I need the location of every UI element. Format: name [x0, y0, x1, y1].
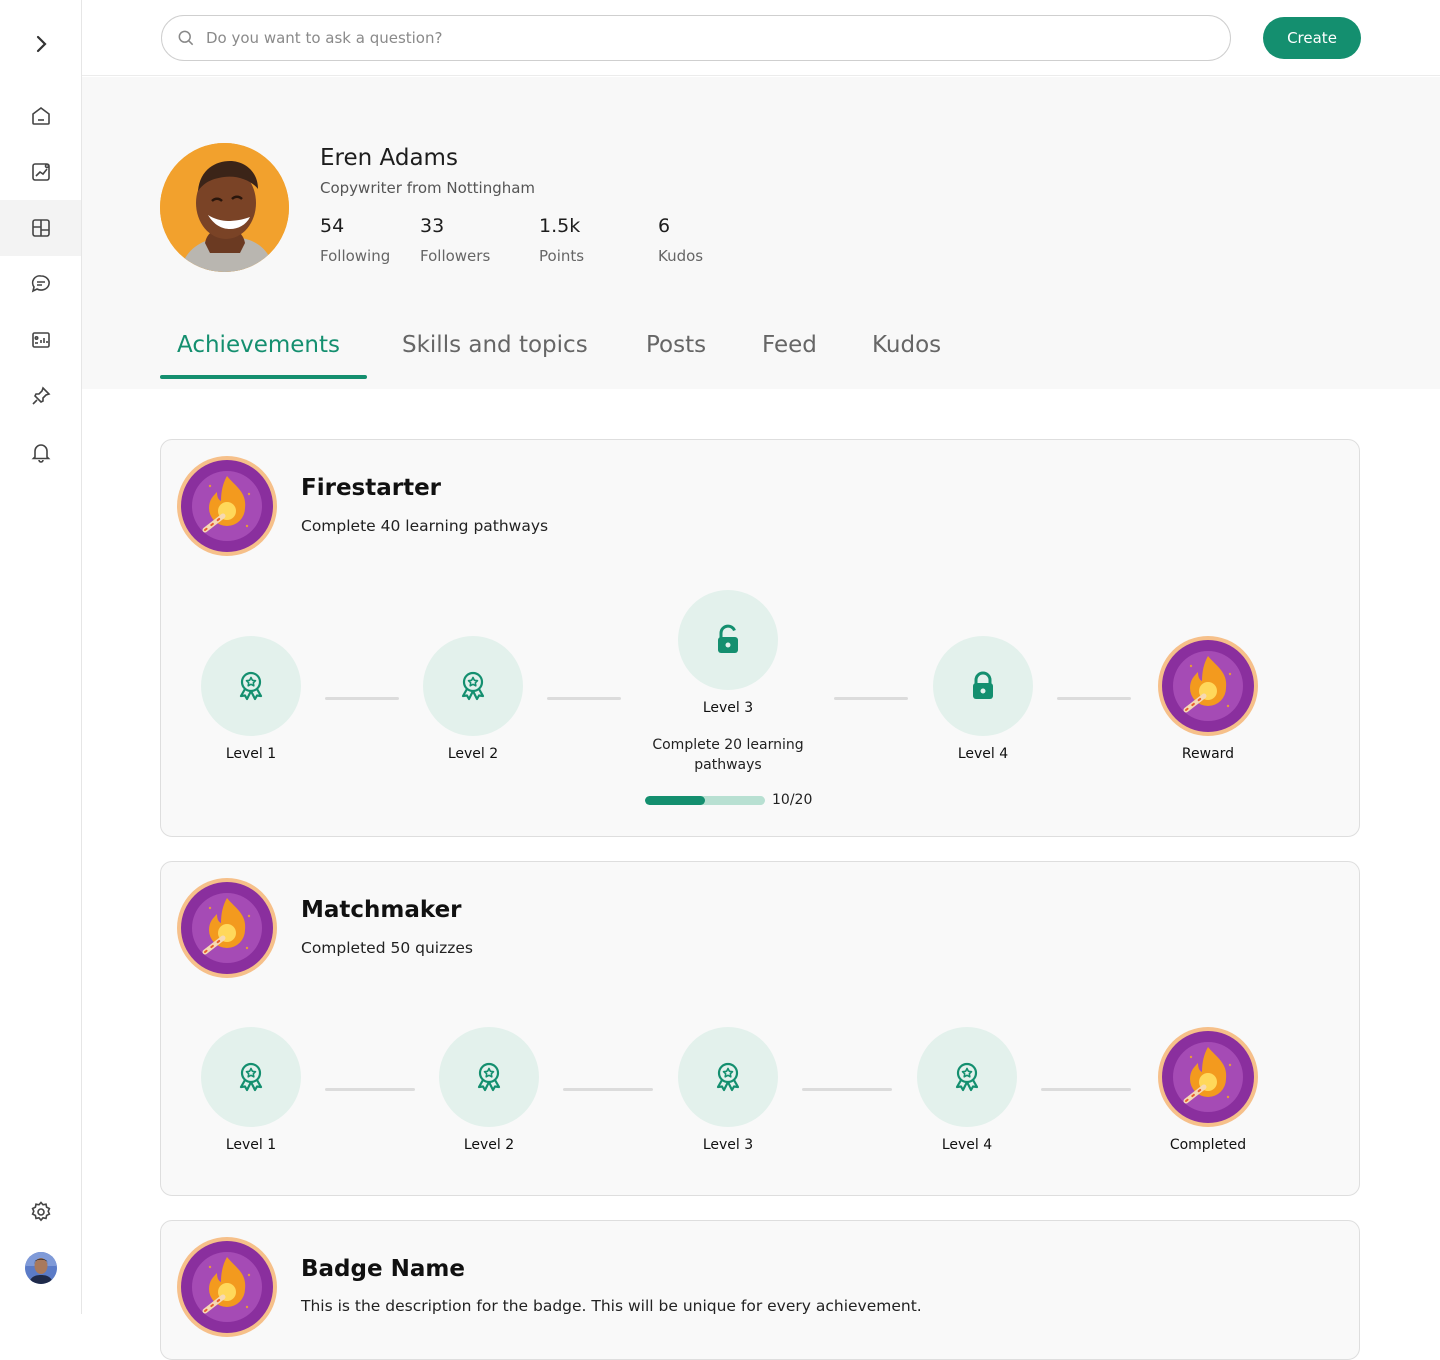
level-connector — [563, 1088, 653, 1091]
level-requirement: Complete 20 learning pathways — [652, 737, 804, 773]
achievement-card: Firestarter Complete 40 learning pathway… — [160, 439, 1360, 837]
profile-avatar — [160, 143, 289, 272]
user-avatar[interactable] — [0, 1240, 81, 1296]
bell-icon[interactable] — [0, 424, 81, 480]
tab-posts[interactable]: Posts — [646, 332, 706, 378]
level-label: Reward — [1181, 746, 1235, 762]
level-label: Level 1 — [225, 746, 277, 762]
level-progress-bar — [645, 796, 765, 805]
achievement-card: Badge Name This is the description for t… — [160, 1220, 1360, 1360]
achievement-description: This is the description for the badge. T… — [301, 1297, 922, 1315]
fire-badge-icon — [177, 1237, 277, 1337]
chevron-right-icon[interactable] — [0, 16, 81, 72]
stat-value: 1.5k — [539, 215, 581, 237]
achievement-description: Complete 40 learning pathways — [301, 517, 549, 535]
achievement-card: Matchmaker Completed 50 quizzes Level 1 … — [160, 861, 1360, 1196]
tab-skills-and-topics[interactable]: Skills and topics — [402, 332, 588, 378]
level-connector — [802, 1088, 892, 1091]
active-tab-indicator — [160, 375, 367, 379]
settings-icon[interactable] — [0, 1184, 81, 1240]
level-label: Level 2 — [463, 1137, 515, 1153]
tab-kudos[interactable]: Kudos — [872, 332, 941, 378]
top-bar: Create — [82, 0, 1440, 76]
chat-icon[interactable] — [0, 256, 81, 312]
stat-points[interactable]: 1.5k Points — [539, 215, 584, 265]
dashboard-icon[interactable] — [0, 200, 81, 256]
level-connector — [1057, 697, 1131, 700]
report-icon[interactable] — [0, 312, 81, 368]
level-connector — [834, 697, 908, 700]
profile-header: Eren Adams Copywriter from Nottingham 54… — [82, 77, 1440, 389]
stat-value: 33 — [420, 215, 445, 237]
sidebar — [0, 0, 82, 1314]
pin-icon[interactable] — [0, 368, 81, 424]
search-input[interactable] — [206, 29, 1106, 47]
award-icon[interactable] — [678, 1027, 778, 1127]
profile-name: Eren Adams — [320, 145, 458, 171]
level-label: Level 3 — [702, 1137, 754, 1153]
achievement-description: Completed 50 quizzes — [301, 939, 473, 957]
fire-badge-icon — [177, 878, 277, 978]
stat-value: 6 — [658, 215, 671, 237]
level-label: Level 3 — [702, 700, 754, 716]
stat-kudos[interactable]: 6 Kudos — [658, 215, 703, 265]
analytics-icon[interactable] — [0, 144, 81, 200]
reward-badge-icon[interactable] — [1158, 1027, 1258, 1127]
fire-badge-icon — [177, 456, 277, 556]
tab-feed[interactable]: Feed — [762, 332, 817, 378]
achievement-title: Matchmaker — [301, 897, 462, 923]
search-icon — [178, 30, 194, 46]
stat-label: Following — [320, 247, 391, 265]
level-connector — [1041, 1088, 1131, 1091]
unlock-icon[interactable] — [678, 590, 778, 690]
achievement-title: Firestarter — [301, 475, 442, 501]
profile-subtitle: Copywriter from Nottingham — [320, 179, 536, 197]
stat-following[interactable]: 54 Following — [320, 215, 390, 265]
search-bar[interactable] — [161, 15, 1231, 61]
level-label: Completed — [1169, 1137, 1247, 1153]
level-label: Level 4 — [957, 746, 1009, 762]
home-icon[interactable] — [0, 88, 81, 144]
level-connector — [547, 697, 621, 700]
level-connector — [325, 697, 399, 700]
level-progress-text: 10/20 — [772, 792, 813, 808]
tab-achievements[interactable]: Achievements — [177, 332, 340, 378]
level-label: Level 1 — [225, 1137, 277, 1153]
reward-badge-icon[interactable] — [1158, 636, 1258, 736]
stat-value: 54 — [320, 215, 345, 237]
level-connector — [325, 1088, 415, 1091]
award-icon[interactable] — [201, 1027, 301, 1127]
lock-icon[interactable] — [933, 636, 1033, 736]
award-icon[interactable] — [439, 1027, 539, 1127]
stat-label: Kudos — [658, 247, 704, 265]
stat-label: Followers — [420, 247, 491, 265]
award-icon[interactable] — [201, 636, 301, 736]
level-label: Level 4 — [941, 1137, 993, 1153]
level-label: Level 2 — [447, 746, 499, 762]
award-icon[interactable] — [917, 1027, 1017, 1127]
stat-label: Points — [539, 247, 585, 265]
stat-followers[interactable]: 33 Followers — [420, 215, 490, 265]
award-icon[interactable] — [423, 636, 523, 736]
create-button[interactable]: Create — [1263, 17, 1361, 59]
achievement-title: Badge Name — [301, 1256, 465, 1282]
